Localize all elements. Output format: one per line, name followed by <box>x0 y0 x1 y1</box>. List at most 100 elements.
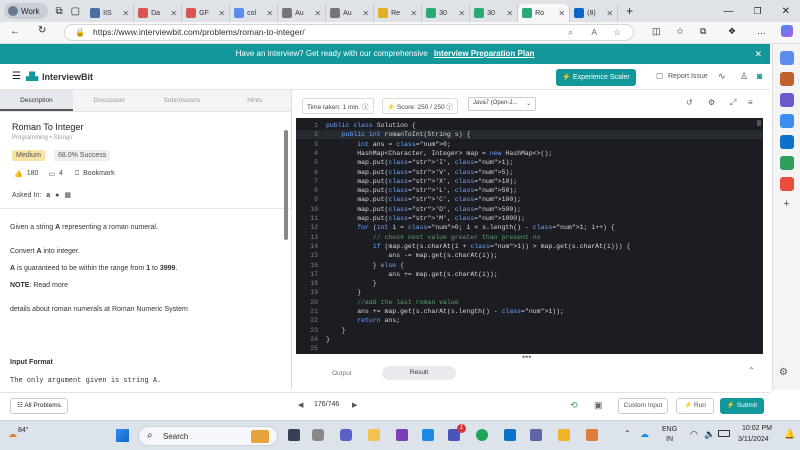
close-window-button[interactable]: ✕ <box>782 6 790 17</box>
cloud-icon[interactable]: ☁ <box>640 429 649 440</box>
sidebar-settings-icon[interactable]: ⚙ <box>779 367 793 381</box>
editor-scrollbar[interactable] <box>757 120 761 126</box>
favorites-icon[interactable]: ☆ <box>676 26 684 37</box>
code-line[interactable]: 21 ans += map.get(s.charAt(s.length() - … <box>296 307 763 316</box>
maximize-button[interactable]: ❐ <box>754 6 762 17</box>
tab-discussion[interactable]: Discussion <box>73 90 146 111</box>
tab-close-icon[interactable]: ✕ <box>362 9 369 18</box>
tab-close-icon[interactable]: ✕ <box>558 9 565 18</box>
prev-page-button[interactable]: ◀ <box>298 401 303 409</box>
task-view-icon[interactable] <box>288 429 300 441</box>
banner-close-icon[interactable]: ✕ <box>754 44 762 64</box>
search-box[interactable]: ⌕ Search <box>138 426 278 446</box>
tab-close-icon[interactable]: ✕ <box>266 9 273 18</box>
custom-input-button[interactable]: Custom Input <box>618 398 668 414</box>
browser-tab[interactable]: IIS ✕ <box>86 4 135 22</box>
tab-close-icon[interactable]: ✕ <box>410 9 417 18</box>
read-aloud-icon[interactable]: A <box>591 25 597 40</box>
code-line[interactable]: 19 } <box>296 288 763 297</box>
visual-studio-icon[interactable] <box>396 429 408 441</box>
more-menu-icon[interactable]: … <box>757 26 766 36</box>
code-line[interactable]: 14 if (map.get(s.charAt(i + class="num">… <box>296 242 763 251</box>
tools-icon[interactable] <box>779 156 794 170</box>
lang-1[interactable]: ENG <box>662 426 677 433</box>
code-line[interactable]: 10 map.put(class="str">'D', class="num">… <box>296 205 763 214</box>
collections-icon[interactable]: ⧉ <box>700 26 706 37</box>
all-problems-button[interactable]: ☷ All Problems <box>10 398 68 414</box>
notifications-bell-icon[interactable]: 🔔 <box>784 429 795 440</box>
browser-tab[interactable]: Au ✕ <box>326 4 375 22</box>
tab-close-icon[interactable]: ✕ <box>314 9 321 18</box>
code-line[interactable]: 12 for (int i = class="num">0; i < s.len… <box>296 223 763 232</box>
vscode-icon[interactable] <box>422 429 434 441</box>
code-line[interactable]: 16 } else { <box>296 261 763 270</box>
battery-icon[interactable] <box>718 430 730 437</box>
add-sidebar-icon[interactable]: + <box>780 198 794 212</box>
tab-output[interactable]: Output <box>332 370 352 377</box>
copilot-icon[interactable] <box>781 25 793 37</box>
browser-tab[interactable]: 30 ✕ <box>470 4 519 22</box>
language-select[interactable]: Java7 (Open-J... ⌄ <box>468 97 536 111</box>
like-icon[interactable]: 👍 <box>14 170 23 178</box>
code-line[interactable]: 15 ans -= map.get(s.charAt(i)); <box>296 251 763 260</box>
browser-tab[interactable]: Au ✕ <box>278 4 327 22</box>
report-icon[interactable]: ☐ <box>656 72 663 81</box>
tab-close-icon[interactable]: ✕ <box>606 9 613 18</box>
browser-tab[interactable]: GF ✕ <box>182 4 231 22</box>
tab-submissions[interactable]: Submissions <box>146 90 219 111</box>
browser-tab[interactable]: 30 ✕ <box>422 4 471 22</box>
experience-scaler-button[interactable]: ⚡ Experience Scaler <box>556 69 636 86</box>
code-line[interactable]: 1 public class Solution { <box>296 121 763 130</box>
left-scrollbar[interactable] <box>284 130 288 240</box>
profile-button[interactable]: Work <box>4 3 48 19</box>
bookmark-icon[interactable]: ⎕ <box>75 170 79 178</box>
search-icon[interactable] <box>779 51 794 65</box>
split-screen-icon[interactable]: ◫ <box>652 26 661 37</box>
code-line[interactable]: 23 } <box>296 326 763 335</box>
code-line[interactable]: 17 ans += map.get(s.charAt(i)); <box>296 270 763 279</box>
tab-result[interactable]: Result <box>382 366 456 380</box>
collapse-icon[interactable]: ≡ <box>748 98 753 107</box>
reset-icon[interactable]: ↺ <box>686 98 693 107</box>
report-issue-link[interactable]: Report Issue <box>668 73 708 80</box>
code-line[interactable]: 22 return ans; <box>296 316 763 325</box>
next-page-button[interactable]: ▶ <box>352 401 357 409</box>
submit-button[interactable]: ⚡ Submit <box>720 398 764 414</box>
code-editor[interactable]: 1 public class Solution {2 public int rom… <box>296 118 763 354</box>
code-line[interactable]: 11 map.put(class="str">'M', class="num">… <box>296 214 763 223</box>
code-line[interactable]: 3 int ans = class="num">0; <box>296 140 763 149</box>
code-line[interactable]: 18 } <box>296 279 763 288</box>
extensions-icon[interactable]: ❖ <box>728 26 736 37</box>
code-line[interactable]: 7 map.put(class="str">'X', class="num">1… <box>296 177 763 186</box>
activity-icon[interactable]: ∿ <box>718 71 726 82</box>
new-tab-button[interactable]: + <box>626 4 633 18</box>
tab-close-icon[interactable]: ✕ <box>458 9 465 18</box>
code-line[interactable]: 24} <box>296 335 763 344</box>
menu-icon[interactable]: ☰ <box>12 71 21 82</box>
tab-close-icon[interactable]: ✕ <box>170 9 177 18</box>
refresh-icon[interactable]: ↻ <box>38 25 46 36</box>
code-line[interactable]: 13 // check next value greater than pres… <box>296 233 763 242</box>
clock-date[interactable]: 3/11/2024 <box>738 436 769 443</box>
tab-close-icon[interactable]: ✕ <box>122 9 129 18</box>
weather-temp[interactable]: 84° <box>18 427 29 434</box>
app-icon-1[interactable] <box>312 429 324 441</box>
browser-tab[interactable]: Ro ✕ <box>518 4 571 22</box>
zoom-icon[interactable]: ⌕ <box>568 25 573 40</box>
games-icon[interactable] <box>779 93 794 107</box>
logo-text[interactable]: InterviewBit <box>42 72 93 82</box>
code-line[interactable]: 6 map.put(class="str">'V', class="num">5… <box>296 168 763 177</box>
teams-work-icon[interactable] <box>530 429 542 441</box>
outlook-taskbar-icon[interactable] <box>504 429 516 441</box>
weather-icon[interactable]: ☁ <box>8 429 17 440</box>
office-icon[interactable] <box>779 177 794 191</box>
minimize-button[interactable]: — <box>724 6 734 17</box>
tab-close-icon[interactable]: ✕ <box>506 9 513 18</box>
console-icon[interactable]: ▣ <box>594 400 603 411</box>
tab-close-icon[interactable]: ✕ <box>218 9 225 18</box>
user-icon[interactable]: ♙ <box>740 71 748 82</box>
code-line[interactable]: 4 HashMap<Character, Integer> map = new … <box>296 149 763 158</box>
speaker-icon[interactable]: 🔈 <box>704 429 715 440</box>
copilot-sidebar-icon[interactable] <box>779 114 794 128</box>
tray-chevron-icon[interactable]: ⌃ <box>624 429 631 438</box>
